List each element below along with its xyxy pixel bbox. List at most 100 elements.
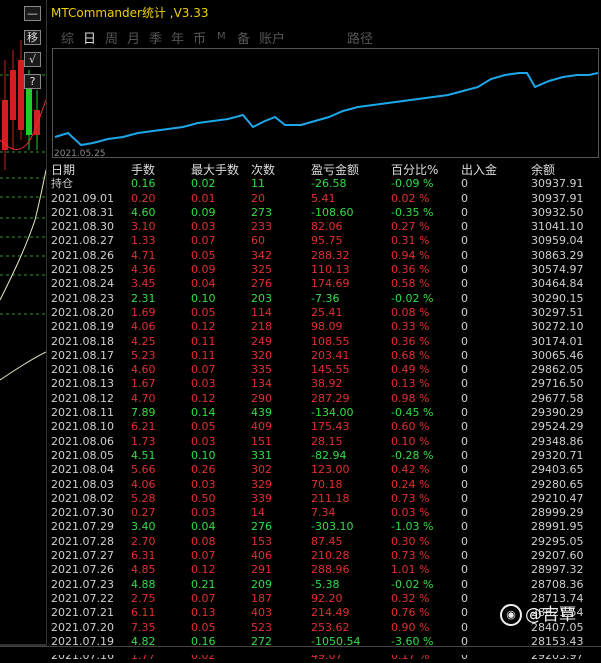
header-percent[interactable]: 百分比%: [391, 163, 438, 177]
tab-m[interactable]: M: [217, 31, 226, 42]
row-max-lots: 0.02: [191, 177, 216, 191]
table-row[interactable]: 2021.08.12 4.70 0.12 290 287.29 0.98 % 0 29677.…: [47, 392, 601, 406]
row-count: 151: [251, 434, 272, 448]
row-deposit: 0: [461, 606, 468, 620]
row-lots: 4.88: [131, 577, 156, 591]
table-row[interactable]: 2021.08.30 3.10 0.03 233 82.06 0.27 % 0 31041.1…: [47, 220, 601, 234]
check-button[interactable]: √: [24, 52, 41, 67]
row-lots: 2.70: [131, 534, 156, 548]
header-date[interactable]: 日期: [51, 163, 75, 177]
row-percent: 0.02 %: [391, 191, 430, 205]
row-percent: 0.32 %: [391, 591, 430, 605]
row-balance: 30959.04: [531, 234, 584, 248]
table-row[interactable]: 2021.08.19 4.06 0.12 218 98.09 0.33 % 0 30272.1…: [47, 320, 601, 334]
tab-quarterly[interactable]: 季: [149, 28, 162, 47]
row-date: 2021.08.05: [51, 448, 114, 462]
row-count: 342: [251, 248, 272, 262]
header-deposit[interactable]: 出入金: [461, 163, 497, 177]
row-count: 276: [251, 277, 272, 291]
table-row[interactable]: 2021.08.04 5.66 0.26 302 123.00 0.42 % 0 29403.…: [47, 463, 601, 477]
minimize-button[interactable]: —: [24, 6, 41, 21]
table-row[interactable]: 2021.07.23 4.88 0.21 209 -5.38 -0.02 % 0 28708.…: [47, 578, 601, 592]
table-row[interactable]: 2021.08.26 4.71 0.05 342 288.32 0.94 % 0 30863.…: [47, 249, 601, 263]
row-date: 2021.08.18: [51, 334, 114, 348]
row-deposit: 0: [461, 334, 468, 348]
table-row[interactable]: 2021.08.25 4.36 0.09 325 110.13 0.36 % 0 30574.…: [47, 263, 601, 277]
tab-summary[interactable]: 综: [61, 28, 74, 47]
table-row[interactable]: 持仓 0.16 0.02 11 -26.58 -0.09 % 0 30937.91: [47, 177, 601, 191]
row-pnl: 287.29: [311, 391, 350, 405]
window-title: MTCommander统计 ,V3.33: [51, 6, 209, 20]
table-row[interactable]: 2021.08.03 4.06 0.03 329 70.18 0.24 % 0 29280.6…: [47, 478, 601, 492]
header-pnl[interactable]: 盈亏金额: [311, 163, 359, 177]
tab-notes[interactable]: 备: [237, 28, 250, 47]
candlestick-chart: [0, 40, 46, 646]
header-count[interactable]: 次数: [251, 163, 275, 177]
equity-curve: [54, 72, 599, 147]
table-row[interactable]: 2021.07.30 0.27 0.03 14 7.34 0.03 % 0 28999.29: [47, 506, 601, 520]
row-max-lots: 0.11: [191, 334, 216, 348]
table-row[interactable]: 2021.08.10 6.21 0.05 409 175.43 0.60 % 0 29524.…: [47, 420, 601, 434]
row-count: 409: [251, 420, 272, 434]
table-row[interactable]: 2021.07.29 3.40 0.04 276 -303.10 -1.03 % 0 2899…: [47, 520, 601, 534]
table-row[interactable]: 2021.08.13 1.67 0.03 134 38.92 0.13 % 0 29716.5…: [47, 377, 601, 391]
row-max-lots: 0.10: [191, 448, 216, 462]
tab-yearly[interactable]: 年: [171, 28, 184, 47]
table-row[interactable]: 2021.08.24 3.45 0.04 276 174.69 0.58 % 0 30464.…: [47, 277, 601, 291]
row-deposit: 0: [461, 563, 468, 577]
table-row[interactable]: 2021.07.26 4.85 0.12 291 288.96 1.01 % 0 28997.…: [47, 563, 601, 577]
row-lots: 7.35: [131, 620, 156, 634]
row-deposit: 0: [461, 577, 468, 591]
row-balance: 30574.97: [531, 263, 584, 277]
tab-weekly[interactable]: 周: [105, 28, 118, 47]
row-deposit: 0: [461, 363, 468, 377]
table-row[interactable]: 2021.09.01 0.20 0.01 20 5.41 0.02 % 0 30937.91: [47, 192, 601, 206]
row-date: 2021.07.20: [51, 620, 114, 634]
tab-currency[interactable]: 币: [193, 28, 206, 47]
header-balance[interactable]: 余额: [531, 163, 555, 177]
row-balance: 28997.32: [531, 563, 584, 577]
table-row[interactable]: 2021.08.20 1.69 0.05 114 25.41 0.08 % 0 30297.5…: [47, 306, 601, 320]
table-row[interactable]: 2021.08.23 2.31 0.10 203 -7.36 -0.02 % 0 30290.…: [47, 292, 601, 306]
table-row[interactable]: 2021.08.11 7.89 0.14 439 -134.00 -0.45 % 0 2939…: [47, 406, 601, 420]
row-max-lots: 0.04: [191, 277, 216, 291]
row-balance: 30464.84: [531, 277, 584, 291]
table-row[interactable]: 2021.07.28 2.70 0.08 153 87.45 0.30 % 0 29295.0…: [47, 535, 601, 549]
row-max-lots: 0.07: [191, 591, 216, 605]
row-count: 11: [251, 177, 265, 191]
row-deposit: 0: [461, 520, 468, 534]
table-row[interactable]: 2021.08.06 1.73 0.03 151 28.15 0.10 % 0 29348.8…: [47, 435, 601, 449]
stats-panel: MTCommander统计 ,V3.33 综 日 周 月 季 年 币 M 备 账…: [46, 0, 601, 662]
table-row[interactable]: 2021.08.31 4.60 0.09 273 -108.60 -0.35 % 0 3093…: [47, 206, 601, 220]
help-button[interactable]: ?: [24, 74, 41, 89]
row-max-lots: 0.03: [191, 377, 216, 391]
row-date: 2021.07.22: [51, 591, 114, 605]
table-row[interactable]: 2021.08.17 5.23 0.11 320 203.41 0.68 % 0 30065.…: [47, 349, 601, 363]
row-date: 2021.08.23: [51, 291, 114, 305]
header-max-lots[interactable]: 最大手数: [191, 163, 239, 177]
table-row[interactable]: 2021.08.18 4.25 0.11 249 108.55 0.36 % 0 30174.…: [47, 335, 601, 349]
header-lots[interactable]: 手数: [131, 163, 155, 177]
tab-account[interactable]: 账户: [259, 28, 285, 47]
row-balance: 31041.10: [531, 220, 584, 234]
table-row[interactable]: 2021.08.02 5.28 0.50 339 211.18 0.73 % 0 29210.…: [47, 492, 601, 506]
row-date: 2021.08.12: [51, 391, 114, 405]
row-max-lots: 0.12: [191, 391, 216, 405]
row-max-lots: 0.07: [191, 234, 216, 248]
tab-path[interactable]: 路径: [347, 28, 373, 47]
row-lots: 1.69: [131, 305, 156, 319]
row-deposit: 0: [461, 291, 468, 305]
move-button[interactable]: 移: [24, 30, 41, 45]
row-date: 2021.08.04: [51, 463, 114, 477]
row-max-lots: 0.11: [191, 348, 216, 362]
table-row[interactable]: 2021.07.27 6.31 0.07 406 210.28 0.73 % 0 29207.…: [47, 549, 601, 563]
table-row[interactable]: 2021.08.27 1.33 0.07 60 95.75 0.31 % 0 30959.04: [47, 234, 601, 248]
row-pnl: 25.41: [311, 305, 343, 319]
row-deposit: 0: [461, 534, 468, 548]
row-balance: 29348.86: [531, 434, 584, 448]
table-row[interactable]: 2021.08.05 4.51 0.10 331 -82.94 -0.28 % 0 29320…: [47, 449, 601, 463]
tab-daily[interactable]: 日: [83, 28, 96, 47]
table-row[interactable]: 2021.08.16 4.60 0.07 335 145.55 0.49 % 0 29862.…: [47, 363, 601, 377]
row-percent: 0.73 %: [391, 491, 430, 505]
tab-monthly[interactable]: 月: [127, 28, 140, 47]
